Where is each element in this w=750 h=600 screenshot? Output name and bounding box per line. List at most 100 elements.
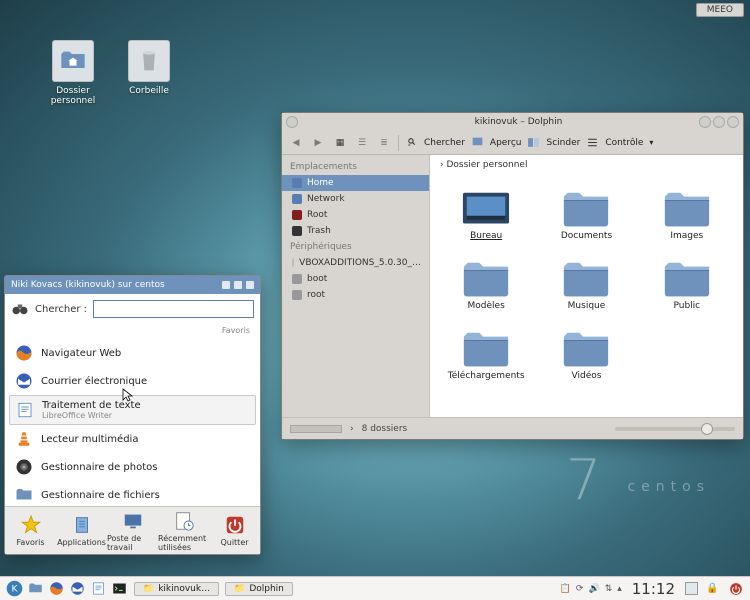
writer-icon	[16, 401, 34, 419]
folder-musique[interactable]: Musique	[540, 257, 632, 311]
search-icon	[405, 136, 418, 149]
files-area: › Dossier personnel Bureau Documents Image…	[430, 155, 743, 417]
titlebar[interactable]: kikinovuk – Dolphin	[282, 113, 743, 131]
scrollbar[interactable]	[290, 425, 342, 433]
forward-icon[interactable]: ▶	[310, 135, 326, 151]
launcher-terminal[interactable]	[111, 580, 128, 597]
terminal-icon	[112, 581, 127, 596]
places-panel: Emplacements Home Network Root Trash Pér…	[282, 155, 430, 417]
folder-label: Public	[641, 301, 733, 311]
thunderbird-icon	[15, 372, 33, 390]
tab-star[interactable]: Favoris	[5, 507, 56, 554]
folder-label: Musique	[540, 301, 632, 311]
binoculars-icon	[11, 300, 29, 318]
place-home[interactable]: Home	[282, 175, 429, 191]
search-input[interactable]	[93, 300, 254, 318]
window-menu-icon[interactable]	[286, 116, 298, 128]
view-compact-icon[interactable]: ☰	[354, 135, 370, 151]
kde-icon: K	[6, 580, 23, 597]
device-root[interactable]: root	[282, 287, 429, 303]
desktop-icon-home[interactable]: Dossier personnel	[42, 40, 104, 106]
folder-label: Images	[641, 231, 733, 241]
kickoff-search-row: Chercher :	[5, 294, 260, 324]
split-icon	[527, 136, 540, 149]
menu-item-dolphin[interactable]: Gestionnaire de fichiers	[5, 481, 260, 506]
clock[interactable]: 11:12	[632, 580, 675, 598]
dolphin-window: kikinovuk – Dolphin ◀ ▶ ▦ ☰ ≣ Chercher A…	[281, 112, 744, 440]
folder-documents[interactable]: Documents	[540, 187, 632, 241]
place-network[interactable]: Network	[282, 191, 429, 207]
tab-computer[interactable]: Poste de travail	[107, 507, 158, 554]
lock-icon[interactable]: 🔒	[704, 580, 721, 597]
toolbar: ◀ ▶ ▦ ☰ ≣ Chercher Aperçu Scinder Contrô…	[282, 131, 743, 155]
device-vbox[interactable]: VBOXADDITIONS_5.0.30_…	[282, 255, 429, 271]
launcher-kmenu[interactable]: K	[6, 580, 23, 597]
place-root[interactable]: Root	[282, 207, 429, 223]
screenshot-credit: MEEO	[696, 3, 744, 17]
folder-bureau[interactable]: Bureau	[440, 187, 532, 241]
folder-images[interactable]: Images	[641, 187, 733, 241]
power-icon	[224, 514, 246, 536]
tab-apps[interactable]: Applications	[56, 507, 107, 554]
launcher-writer[interactable]	[90, 580, 107, 597]
photomgr-icon	[15, 458, 33, 476]
menu-item-photomgr[interactable]: Gestionnaire de photos	[5, 453, 260, 481]
menu-item-firefox[interactable]: Navigateur Web	[5, 339, 260, 367]
devices-header: Périphériques	[282, 239, 429, 255]
toolbar-control[interactable]: Contrôle	[605, 138, 643, 148]
toolbar-split[interactable]: Scinder	[546, 138, 580, 148]
toolbar-find[interactable]: Chercher	[424, 138, 465, 148]
desktop-icon-label: Dossier personnel	[51, 86, 96, 106]
folder-public[interactable]: Public	[641, 257, 733, 311]
launcher-thunderbird[interactable]	[69, 580, 86, 597]
view-details-icon[interactable]: ≣	[376, 135, 392, 151]
vlc-icon	[15, 430, 33, 448]
zoom-slider[interactable]	[615, 427, 735, 431]
folder-téléchargements[interactable]: Téléchargements	[440, 327, 532, 381]
tray-volume-icon[interactable]: 🔊	[588, 584, 599, 594]
minimize-icon[interactable]	[699, 116, 711, 128]
place-trash[interactable]: Trash	[282, 223, 429, 239]
launcher-dolphin[interactable]	[27, 580, 44, 597]
star-icon	[20, 514, 42, 536]
control-icon	[586, 136, 599, 149]
folder-vidéos[interactable]: Vidéos	[540, 327, 632, 381]
dolphin-icon	[15, 486, 33, 504]
kickoff-header: Niki Kovacs (kikinovuk) sur centos	[5, 276, 260, 294]
folder-label: Modèles	[440, 301, 532, 311]
maximize-icon[interactable]	[713, 116, 725, 128]
status-text: 8 dossiers	[362, 424, 408, 434]
folder-label: Vidéos	[540, 371, 632, 381]
apps-icon	[71, 514, 93, 536]
logout-icon[interactable]	[727, 580, 744, 597]
tray-network-icon[interactable]: ⇅	[605, 584, 613, 594]
tray-expand-icon[interactable]: ▴	[617, 584, 622, 594]
dolphin-icon	[28, 581, 43, 596]
launcher-firefox[interactable]	[48, 580, 65, 597]
breadcrumb[interactable]: › Dossier personnel	[430, 155, 743, 175]
trash-icon	[135, 47, 163, 75]
statusbar: › 8 dossiers	[282, 417, 743, 439]
task-dolphin-home[interactable]: 📁kikinovuk…	[134, 582, 219, 596]
task-dolphin[interactable]: 📁Dolphin	[225, 582, 293, 596]
panel: K 📁kikinovuk… 📁Dolphin 📋 ⟳ 🔊 ⇅ ▴ 11:12 🔒	[0, 576, 750, 600]
close-icon[interactable]	[727, 116, 739, 128]
thunderbird-icon	[70, 581, 85, 596]
tab-recent[interactable]: Récemment utilisées	[158, 507, 209, 554]
back-icon[interactable]: ◀	[288, 135, 304, 151]
pager[interactable]	[685, 582, 698, 595]
recent-icon	[173, 510, 195, 532]
menu-item-vlc[interactable]: Lecteur multimédia	[5, 425, 260, 453]
tray-updates-icon[interactable]: ⟳	[576, 584, 584, 594]
tab-power[interactable]: Quitter	[209, 507, 260, 554]
folder-label: Bureau	[440, 231, 532, 241]
device-boot[interactable]: boot	[282, 271, 429, 287]
search-label: Chercher :	[35, 304, 87, 315]
tray-clipboard-icon[interactable]: 📋	[560, 584, 571, 594]
places-header: Emplacements	[282, 159, 429, 175]
folder-modèles[interactable]: Modèles	[440, 257, 532, 311]
desktop-icon-trash[interactable]: Corbeille	[118, 40, 180, 96]
view-icons-icon[interactable]: ▦	[332, 135, 348, 151]
preview-icon	[471, 136, 484, 149]
toolbar-preview[interactable]: Aperçu	[490, 138, 522, 148]
